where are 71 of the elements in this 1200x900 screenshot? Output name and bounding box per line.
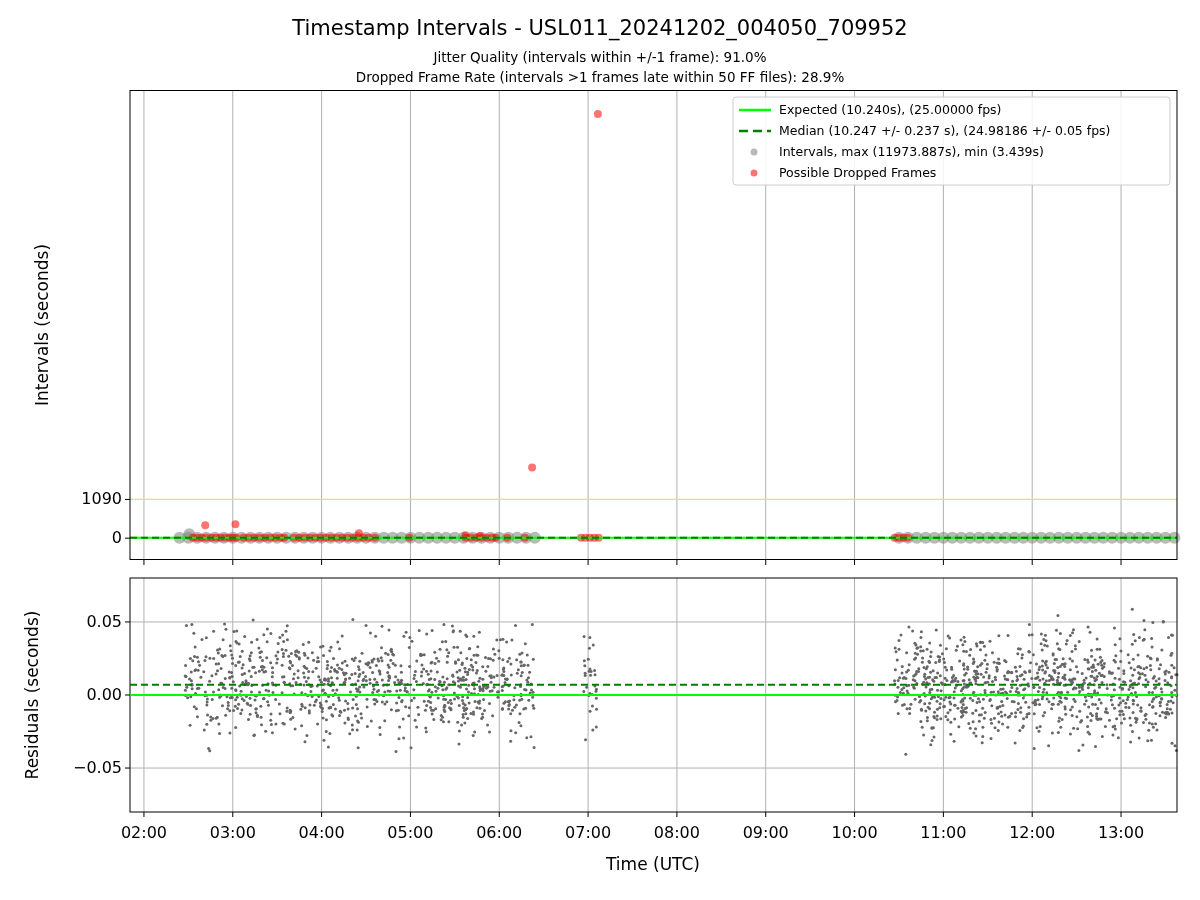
data-point xyxy=(946,531,959,544)
data-point xyxy=(439,531,452,544)
legend-label: Intervals, max (11973.887s), min (3.439s) xyxy=(779,144,1044,159)
y-tick-label: −0.05 xyxy=(72,758,122,778)
data-point xyxy=(585,533,594,542)
data-point xyxy=(581,533,590,542)
legend-label: Median (10.247 +/- 0.237 s), (24.98186 +/- 0.05 fps) xyxy=(779,123,1111,138)
data-point xyxy=(590,533,599,542)
chart-subtitle: Dropped Frame Rate (intervals >1 frames late within 50 FF files): 28.9% xyxy=(355,68,845,87)
legend-marker-icon xyxy=(750,148,758,156)
y-axis-label: Residuals (seconds) xyxy=(22,610,42,780)
x-tick-label: 03:00 xyxy=(209,823,256,842)
chart-title: Timestamp Intervals - USL011_20241202_004050_709952 xyxy=(292,16,908,40)
data-point xyxy=(422,531,435,544)
data-point xyxy=(919,531,932,544)
data-point xyxy=(1141,531,1154,544)
y-tick-label: 1090 xyxy=(81,489,122,509)
data-point xyxy=(1159,531,1172,544)
data-point xyxy=(1168,531,1181,544)
data-point xyxy=(1052,531,1065,544)
data-point xyxy=(1017,531,1030,544)
x-tick-label: 09:00 xyxy=(742,823,789,842)
legend-label: Possible Dropped Frames xyxy=(779,165,937,180)
data-point xyxy=(1115,531,1128,544)
data-point xyxy=(1079,531,1092,544)
data-point xyxy=(1088,531,1101,544)
data-point xyxy=(576,533,585,542)
y-tick-label: 0.00 xyxy=(86,685,122,704)
legend-marker-icon xyxy=(750,169,758,177)
data-point xyxy=(964,531,977,544)
data-point xyxy=(1132,531,1145,544)
data-point xyxy=(1008,531,1021,544)
chart-subtitle: Jitter Quality (intervals within +/-1 frame): 91.0% xyxy=(433,48,767,67)
x-tick-label: 06:00 xyxy=(476,823,523,842)
data-point xyxy=(1061,531,1074,544)
x-tick-label: 12:00 xyxy=(1009,823,1056,842)
data-point xyxy=(999,531,1012,544)
x-tick-label: 08:00 xyxy=(653,823,700,842)
data-point xyxy=(1026,531,1039,544)
y-axis-label: Intervals (seconds) xyxy=(32,243,52,407)
data-point xyxy=(593,109,602,118)
x-tick-label: 07:00 xyxy=(565,823,612,842)
data-point xyxy=(981,531,994,544)
data-point xyxy=(1106,531,1119,544)
data-point xyxy=(1070,531,1083,544)
data-point xyxy=(528,463,537,472)
data-point xyxy=(1150,531,1163,544)
x-tick-label: 11:00 xyxy=(920,823,967,842)
data-point xyxy=(972,531,985,544)
x-tick-label: 05:00 xyxy=(387,823,434,842)
data-point xyxy=(173,531,186,544)
data-point xyxy=(990,531,1003,544)
data-point xyxy=(386,531,399,544)
data-point xyxy=(1044,531,1056,544)
x-tick-label: 04:00 xyxy=(298,823,345,842)
data-point xyxy=(1097,531,1110,544)
data-point xyxy=(928,531,941,544)
x-tick-label: 10:00 xyxy=(831,823,878,842)
x-tick-label: 13:00 xyxy=(1098,823,1145,842)
legend-label: Expected (10.240s), (25.00000 fps) xyxy=(779,102,1002,117)
data-point xyxy=(594,533,603,542)
data-point xyxy=(231,520,240,529)
data-point xyxy=(955,531,968,544)
data-point xyxy=(937,531,950,544)
y-tick-label: 0.05 xyxy=(86,611,122,631)
data-point xyxy=(1035,531,1048,544)
data-point xyxy=(1123,531,1136,544)
y-tick-label: 0 xyxy=(111,528,122,548)
data-point xyxy=(431,531,444,544)
x-axis-label: Time (UTC) xyxy=(606,854,700,874)
x-tick-label: 02:00 xyxy=(120,823,167,842)
